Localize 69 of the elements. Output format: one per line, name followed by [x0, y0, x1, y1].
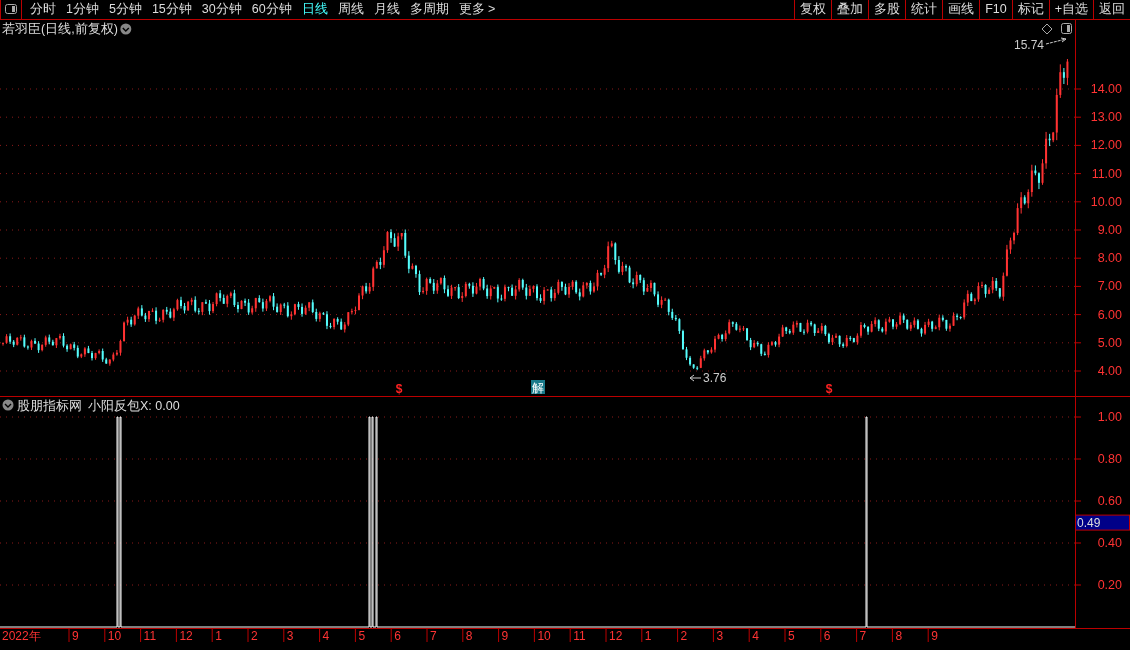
date-label: 1 — [644, 629, 652, 643]
price-label: 9.00 — [1097, 223, 1122, 237]
leader-line — [689, 374, 702, 382]
period-tab[interactable]: 多周期 — [404, 0, 454, 19]
period-tab[interactable]: 日线 — [296, 0, 333, 19]
date-label: 4 — [752, 629, 759, 643]
price-label: 8.00 — [1097, 251, 1122, 266]
date-label: 5 — [788, 629, 795, 643]
indicator-name: 小阳反包X: 0.00 — [88, 399, 180, 413]
low-price-label: 3.76 — [703, 371, 727, 385]
date-label: 9 — [72, 629, 79, 643]
period-tab[interactable]: 分时 — [25, 0, 61, 19]
price-label: 6.00 — [1097, 307, 1122, 322]
date-label: 2022年 — [2, 629, 41, 643]
date-label: 3 — [716, 629, 724, 643]
date-label: 12 — [609, 629, 623, 643]
period-tab[interactable]: 60分钟 — [246, 0, 297, 19]
date-label: 11 — [573, 629, 586, 643]
diamond-icon[interactable] — [1041, 23, 1053, 35]
date-label: 2 — [251, 629, 258, 643]
price-label: 5.00 — [1097, 335, 1122, 350]
date-label: 7 — [859, 629, 867, 643]
date-label: 5 — [358, 629, 366, 643]
period-tab[interactable]: 月线 — [368, 0, 405, 19]
period-tab[interactable]: 30分钟 — [196, 0, 247, 19]
indicator-value-label: 1.00 — [1097, 410, 1122, 424]
date-label: 2 — [680, 629, 688, 643]
unlock-marker: 解 — [531, 380, 545, 395]
dropdown-icon[interactable] — [2, 399, 14, 411]
period-tab[interactable]: 5分钟 — [103, 0, 147, 19]
price-label: 4.00 — [1097, 364, 1122, 378]
dropdown-icon[interactable] — [120, 23, 132, 35]
date-label: 9 — [501, 629, 509, 643]
date-label: 6 — [823, 629, 831, 643]
indicator-value-label: 0.80 — [1097, 452, 1122, 466]
period-tab[interactable]: 更多 > — [453, 0, 501, 19]
period-tab[interactable]: 15分钟 — [146, 0, 197, 19]
date-label: 10 — [107, 629, 122, 643]
price-label: 10.00 — [1090, 194, 1122, 209]
price-label: 13.00 — [1090, 110, 1122, 125]
date-label: 12 — [179, 629, 193, 643]
dividend-marker: $ — [825, 382, 833, 396]
period-tab[interactable]: 周线 — [332, 0, 369, 19]
period-tab[interactable]: 1分钟 — [61, 0, 104, 19]
indicator-value-label: 0.40 — [1097, 536, 1122, 550]
date-label: 7 — [430, 629, 437, 643]
cursor-value-tag: 0.49 — [1075, 514, 1130, 531]
indicator-value-label: 0.60 — [1097, 494, 1122, 508]
panel-toggle-icon[interactable] — [0, 0, 22, 20]
price-label: 11.00 — [1091, 166, 1122, 181]
date-label: 8 — [465, 629, 473, 643]
indicator-value-label: 0.20 — [1097, 578, 1122, 592]
dividend-marker: $ — [395, 382, 403, 396]
indicator-source: 股朋指标网 — [17, 399, 82, 413]
date-label: 9 — [931, 629, 938, 643]
date-label: 10 — [537, 629, 551, 643]
price-label: 14.00 — [1090, 82, 1122, 96]
high-price-label: 15.74 — [1014, 38, 1045, 52]
date-label: 11 — [143, 629, 157, 643]
date-label: 6 — [394, 629, 401, 643]
chart-title: 若羽臣(日线,前复权) — [2, 22, 118, 36]
price-label: 12.00 — [1090, 138, 1122, 153]
date-label: 4 — [322, 629, 330, 643]
leader-line — [1045, 37, 1067, 45]
date-label: 3 — [286, 629, 294, 643]
price-label: 7.00 — [1097, 279, 1122, 294]
date-label: 8 — [895, 629, 903, 643]
panel-toggle-icon[interactable] — [1061, 23, 1072, 34]
date-label: 1 — [215, 629, 222, 643]
